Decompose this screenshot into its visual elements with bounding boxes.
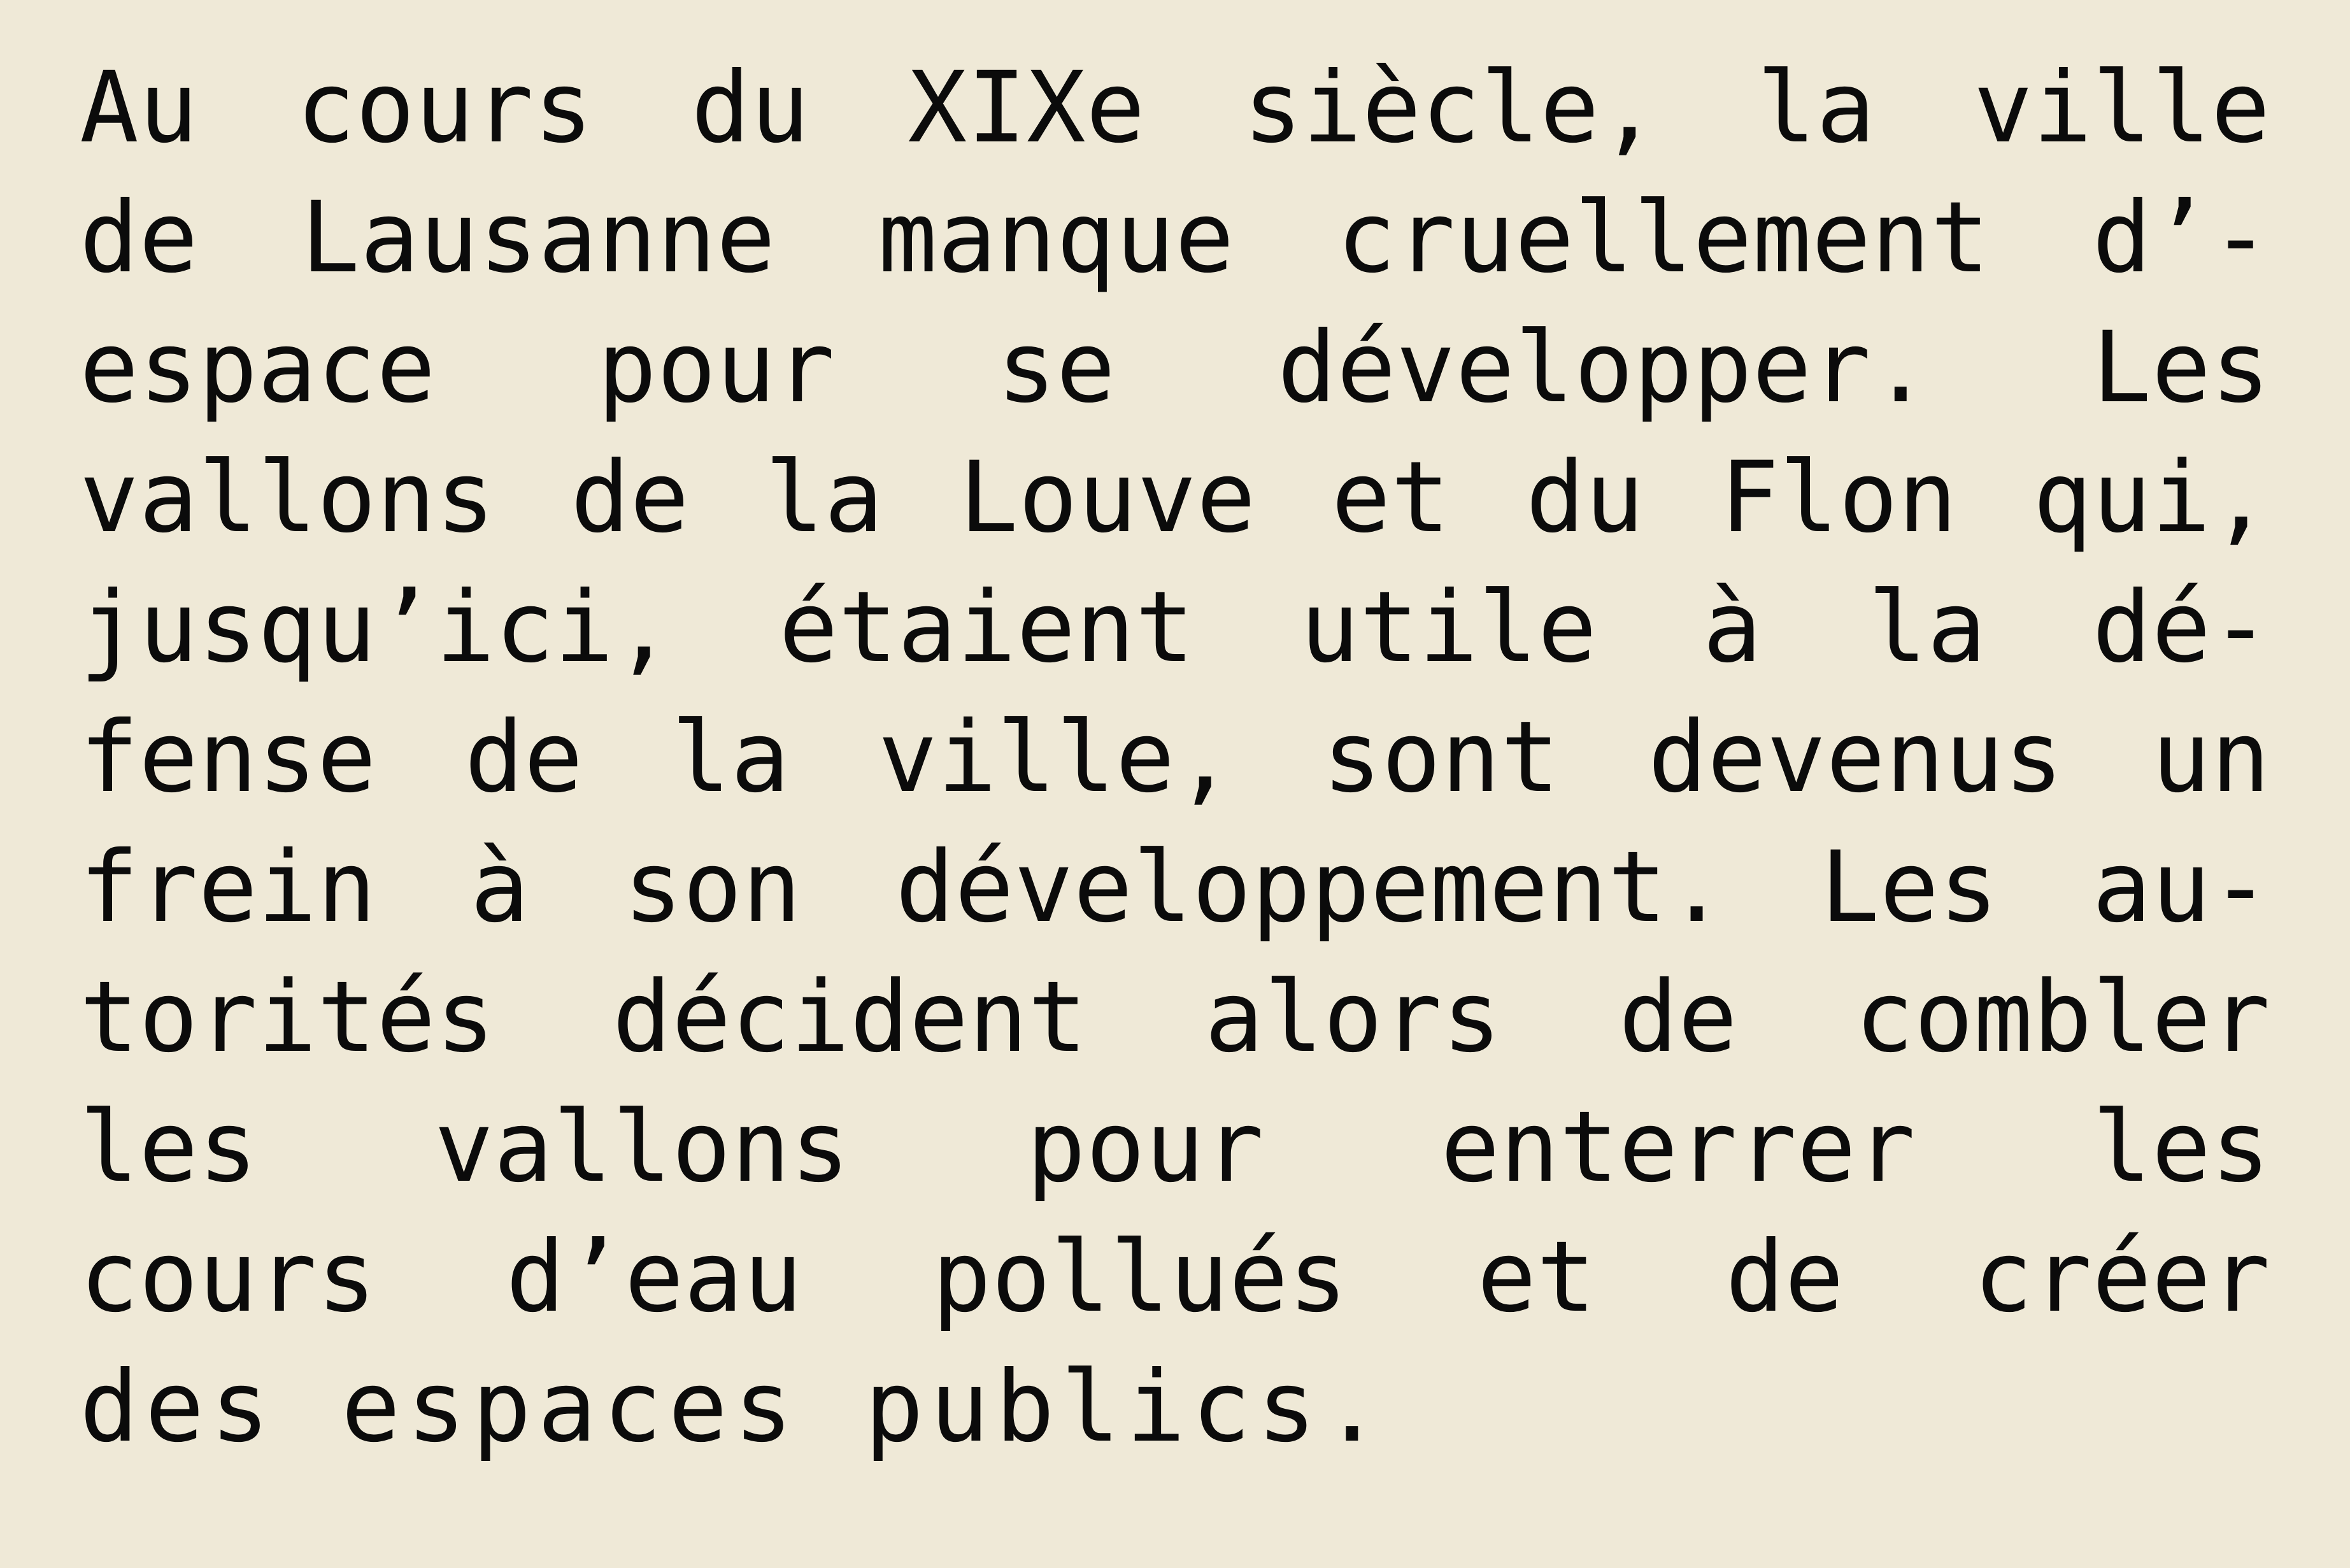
paragraph-line: jusqu’ici, étaient utile à la dé-: [80, 571, 2270, 685]
paragraph-line: cours d’eau pollués et de créer: [80, 1220, 2270, 1334]
paragraph-line: vallons de la Louve et du Flon qui,: [80, 441, 2270, 555]
paragraph-line: espace pour se développer. Les: [80, 311, 2270, 425]
paragraph-line: des espaces publics.: [80, 1350, 1388, 1464]
paragraph-line: frein à son développement. Les au-: [80, 830, 2270, 944]
paragraph-line: les vallons pour enterrer les: [80, 1090, 2270, 1204]
paragraph-line: Au cours du XIXe siècle, la ville: [80, 51, 2270, 165]
paragraph-line: de Lausanne manque cruellement d’-: [80, 181, 2270, 295]
paragraph-line: torités décident alors de combler: [80, 960, 2270, 1074]
paragraph: Au cours du XIXe siècle, la ville de Lau…: [80, 43, 2270, 1472]
paragraph-line: fense de la ville, sont devenus un: [80, 701, 2270, 815]
